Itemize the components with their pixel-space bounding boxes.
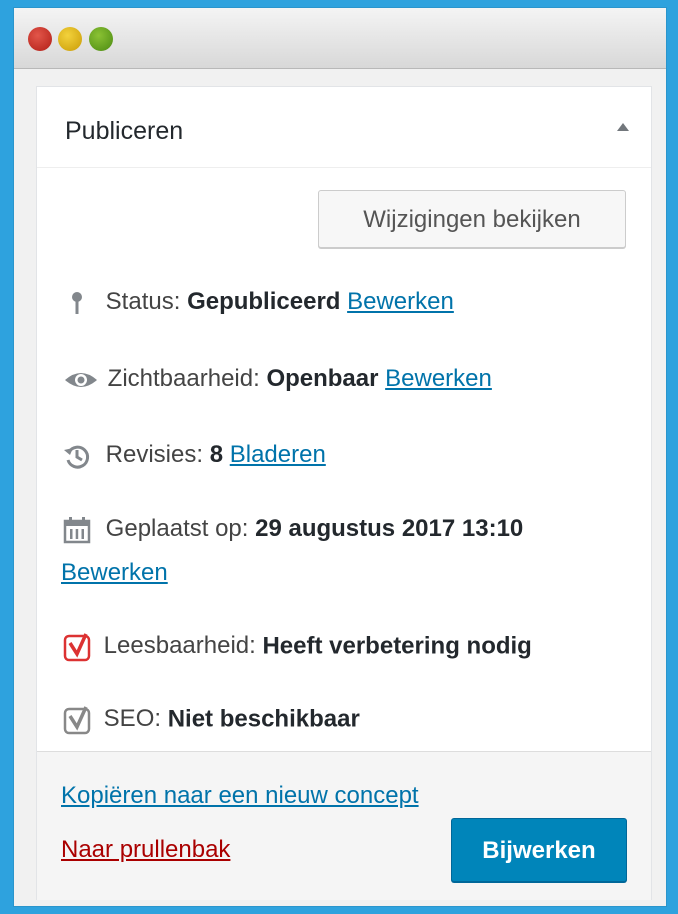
copy-to-new-draft-link[interactable]: Kopiëren naar een nieuw concept [61, 782, 419, 810]
seo-value: Niet beschikbaar [167, 705, 360, 733]
revisions-browse-link[interactable]: Bladeren [230, 441, 326, 468]
revisions-row: Revisies: 8 Bladeren [63, 441, 326, 470]
visibility-value: Openbaar [266, 365, 379, 392]
readability-row: Leesbaarheid: Heeft verbetering nodig [63, 632, 532, 662]
visibility-edit-link[interactable]: Bewerken [385, 365, 492, 392]
calendar-icon [63, 516, 91, 543]
maximize-window-button[interactable] [89, 27, 113, 51]
publish-date-row: Geplaatst op: 29 augustus 2017 13:10 [63, 515, 523, 544]
minimize-window-button[interactable] [58, 27, 82, 51]
yoast-readability-icon [63, 633, 91, 662]
publish-box-title: Publiceren [65, 117, 184, 145]
status-value: Gepubliceerd [187, 288, 341, 315]
revisions-label: Revisies: [105, 441, 204, 468]
visibility-row: Zichtbaarheid: Openbaar Bewerken [63, 365, 492, 394]
publish-date-label: Geplaatst op: [105, 515, 249, 542]
visibility-label: Zichtbaarheid: [107, 365, 260, 392]
status-label: Status: [105, 288, 181, 315]
publish-date-edit-link[interactable]: Bewerken [61, 559, 168, 587]
publish-box: Publiceren Wijzigingen bekijken Status: … [36, 86, 652, 900]
publish-date-value: 29 augustus 2017 13:10 [255, 515, 524, 542]
readability-value: Heeft verbetering nodig [262, 632, 532, 660]
status-row: Status: Gepubliceerd Bewerken [63, 288, 454, 317]
seo-label: SEO: [103, 705, 162, 733]
revisions-value: 8 [209, 441, 224, 468]
status-edit-link[interactable]: Bewerken [347, 288, 454, 315]
yoast-seo-icon [63, 706, 91, 735]
update-button[interactable]: Bijwerken [451, 818, 627, 882]
browser-window: Publiceren Wijzigingen bekijken Status: … [14, 8, 666, 906]
move-to-trash-link[interactable]: Naar prullenbak [61, 836, 230, 864]
seo-row: SEO: Niet beschikbaar [63, 705, 360, 735]
publish-box-header[interactable]: Publiceren [37, 87, 651, 168]
collapse-arrow-icon[interactable] [617, 123, 629, 131]
history-icon [64, 445, 90, 469]
pin-icon [72, 291, 82, 314]
close-window-button[interactable] [28, 27, 52, 51]
major-publishing-actions: Kopiëren naar een nieuw concept Naar pru… [37, 751, 651, 900]
window-titlebar [14, 8, 666, 69]
eye-icon [65, 372, 97, 387]
preview-changes-button[interactable]: Wijzigingen bekijken [318, 190, 626, 248]
readability-label: Leesbaarheid: [103, 632, 256, 660]
